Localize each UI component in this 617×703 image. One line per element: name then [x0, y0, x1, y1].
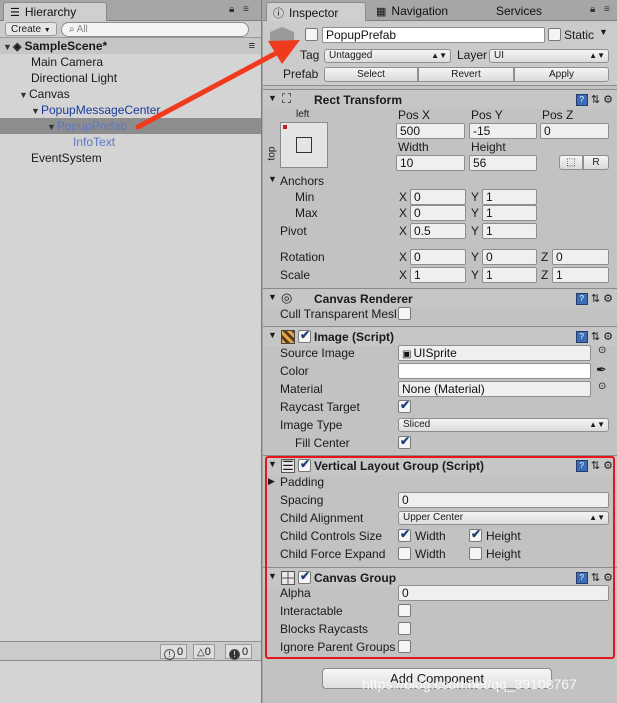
arrow-head	[268, 40, 300, 64]
annotation-arrow	[135, 40, 300, 130]
arrow-shaft	[135, 47, 285, 130]
